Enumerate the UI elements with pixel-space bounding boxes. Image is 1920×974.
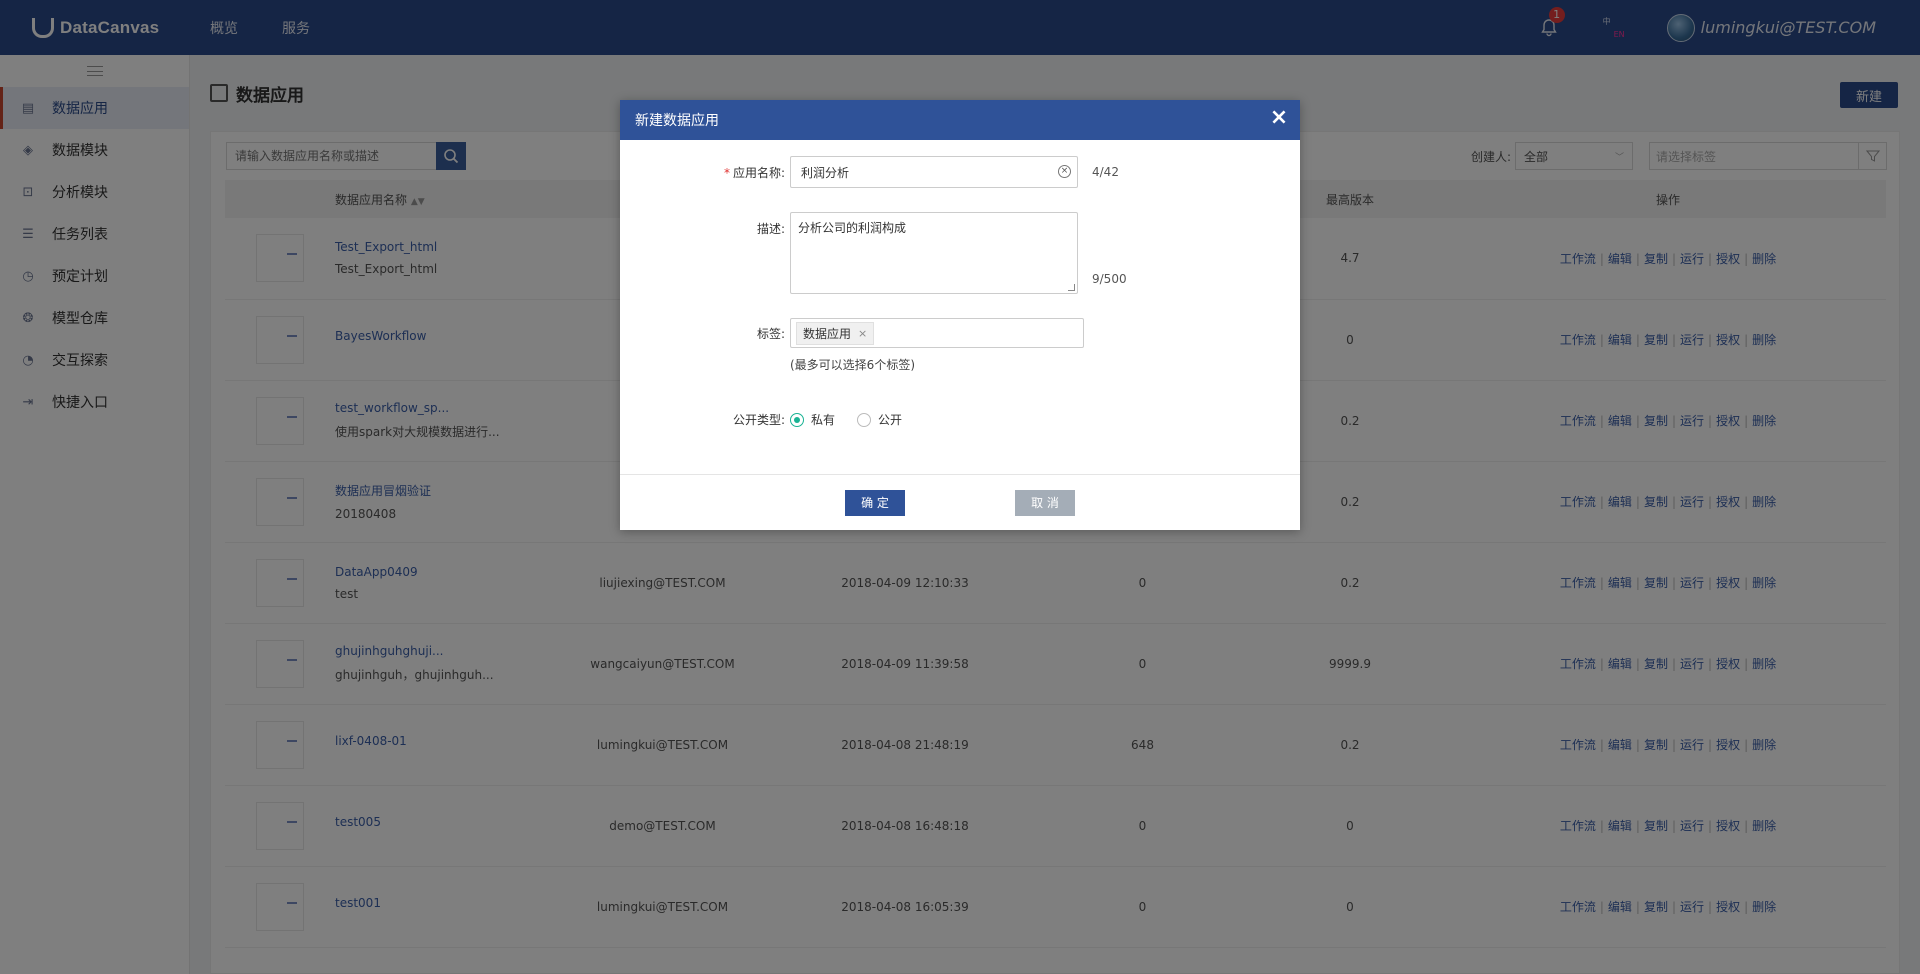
radio-public[interactable]: 公开: [857, 411, 902, 428]
desc-char-counter: 9/500: [1092, 272, 1127, 286]
tag-chip-label: 数据应用: [803, 326, 852, 341]
tag-input[interactable]: 数据应用 ×: [790, 318, 1084, 348]
name-char-counter: 4/42: [1092, 165, 1119, 179]
tag-label: 标签:: [756, 326, 785, 341]
app-name-label: * 应用名称:: [723, 165, 785, 180]
radio-checked-icon: [790, 412, 804, 427]
new-app-dialog: 新建数据应用 × * 应用名称: 利润分析 × 4/42 描述: 分析公司的利润构…: [620, 100, 1300, 530]
radio-unchecked-icon: [857, 412, 872, 427]
visibility-label: 公开类型:: [732, 413, 785, 427]
desc-value: 分析公司的利润构成: [798, 221, 907, 235]
desc-textarea[interactable]: 分析公司的利润构成: [790, 212, 1078, 294]
tag-chip: 数据应用 ×: [796, 321, 875, 345]
tag-hint: (最多可以选择6个标签): [790, 358, 915, 372]
dialog-title: 新建数据应用: [635, 113, 719, 129]
close-icon[interactable]: ×: [1268, 107, 1290, 130]
confirm-button[interactable]: 确 定: [845, 489, 905, 516]
form-row-visibility: 公开类型: 私有 公开: [620, 411, 1300, 428]
form-row-desc: 描述: 分析公司的利润构成 9/500: [620, 212, 1300, 294]
desc-label: 描述:: [756, 222, 785, 236]
form-row-tags: 标签: 数据应用 ×: [620, 318, 1300, 348]
clear-icon[interactable]: ×: [1058, 165, 1071, 178]
dialog-footer: 确 定 取 消: [620, 474, 1300, 530]
form-row-tag-hint: (最多可以选择6个标签): [620, 356, 1300, 373]
radio-private[interactable]: 私有: [790, 411, 835, 428]
form-row-name: * 应用名称: 利润分析 × 4/42: [620, 156, 1300, 188]
resize-handle-icon[interactable]: [1068, 284, 1075, 291]
cancel-button[interactable]: 取 消: [1015, 489, 1075, 516]
app-name-input[interactable]: 利润分析 ×: [790, 156, 1078, 188]
radio-public-label: 公开: [878, 413, 903, 427]
required-mark: *: [723, 165, 730, 180]
dialog-header: 新建数据应用 ×: [620, 100, 1300, 140]
tag-remove-icon[interactable]: ×: [858, 327, 867, 340]
app-name-value: 利润分析: [801, 165, 850, 180]
radio-private-label: 私有: [811, 413, 836, 427]
